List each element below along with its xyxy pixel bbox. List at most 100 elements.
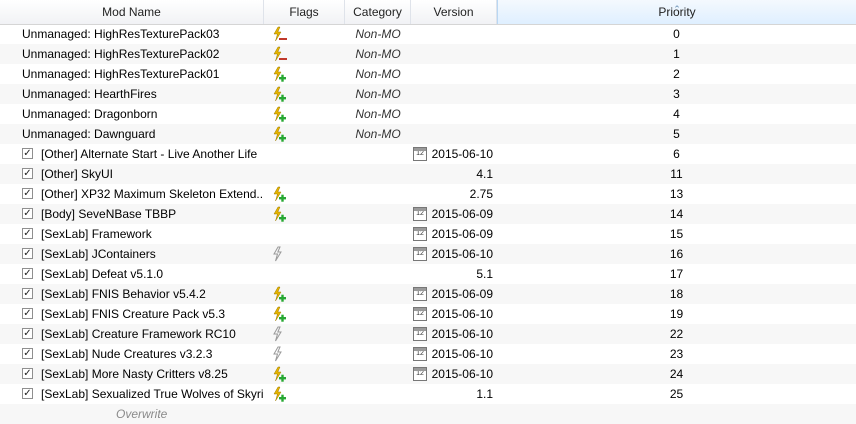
sort-ascending-icon: ⌃: [673, 4, 681, 14]
mod-name-cell: ✓ [SexLab] FNIS Behavior v5.4.2: [0, 284, 264, 304]
priority-cell: 14: [669, 207, 684, 221]
version-label: 2015-06-10: [431, 327, 493, 341]
table-row[interactable]: ✓ [Other] Alternate Start - Live Another …: [0, 144, 856, 164]
category-cell: [345, 384, 411, 404]
flags-cell: [264, 104, 345, 124]
overwrite-row[interactable]: Overwrite: [0, 404, 856, 424]
version-label: 2015-06-10: [431, 367, 493, 381]
category-cell: [345, 264, 411, 284]
mod-enabled-checkbox[interactable]: ✓: [22, 188, 33, 199]
table-row[interactable]: ✓ [SexLab] JContainers 12 2015-06-10 16: [0, 244, 856, 264]
mod-enabled-checkbox[interactable]: ✓: [22, 228, 33, 239]
priority-cell: 5: [673, 127, 680, 141]
table-row[interactable]: Unmanaged: Dawnguard Non-MO 5: [0, 124, 856, 144]
flags-cell: [264, 244, 345, 264]
version-label: 2015-06-10: [431, 347, 493, 361]
table-row[interactable]: Unmanaged: HighResTexturePack01 Non-MO 2: [0, 64, 856, 84]
table-row[interactable]: ✓ [Other] XP32 Maximum Skeleton Extend...…: [0, 184, 856, 204]
category-cell: [345, 204, 411, 224]
flags-cell: [264, 204, 345, 224]
lightning-minus-icon: [273, 26, 287, 42]
table-row[interactable]: ✓ [SexLab] Creature Framework RC10 12 2015-…: [0, 324, 856, 344]
mod-name-cell: ✓ [SexLab] Sexualized True Wolves of Skyr…: [0, 384, 264, 404]
table-row[interactable]: ✓ [SexLab] Sexualized True Wolves of Skyr…: [0, 384, 856, 404]
mod-name-cell: ✓ [Body] SeveNBase TBBP: [0, 204, 264, 224]
mod-enabled-checkbox[interactable]: ✓: [22, 148, 33, 159]
mod-name-cell: ✓ [SexLab] Framework: [0, 224, 264, 244]
lightning-plus-icon: [273, 106, 286, 122]
table-row[interactable]: ✓ [SexLab] Defeat v5.1.0 5.1 17: [0, 264, 856, 284]
table-row[interactable]: Unmanaged: HighResTexturePack02 Non-MO 1: [0, 44, 856, 64]
calendar-icon: 12: [413, 327, 427, 341]
calendar-icon: 12: [413, 207, 427, 221]
column-header-flags[interactable]: Flags: [264, 0, 345, 24]
version-label: 2015-06-10: [431, 307, 493, 321]
mod-enabled-checkbox[interactable]: ✓: [22, 348, 33, 359]
version-cell: 12 2015-06-09: [411, 204, 497, 224]
version-cell: 12 2015-06-10: [411, 364, 497, 384]
table-row[interactable]: Unmanaged: HighResTexturePack03 Non-MO 0: [0, 24, 856, 44]
column-header-mod-name[interactable]: Mod Name: [0, 0, 264, 24]
mod-enabled-checkbox[interactable]: ✓: [22, 288, 33, 299]
table-row[interactable]: Unmanaged: HearthFires Non-MO 3: [0, 84, 856, 104]
column-header-category[interactable]: Category: [345, 0, 411, 24]
flags-cell: [264, 184, 345, 204]
table-row[interactable]: ✓ [Body] SeveNBase TBBP 12 2015-06-09 14: [0, 204, 856, 224]
version-label: 2015-06-09: [431, 207, 493, 221]
version-cell: 2.75: [411, 184, 497, 204]
column-header-version[interactable]: Version: [411, 0, 497, 24]
mod-enabled-checkbox[interactable]: ✓: [22, 248, 33, 259]
priority-cell: 18: [669, 287, 684, 301]
version-cell: 5.1: [411, 264, 497, 284]
category-cell: Non-MO: [355, 107, 401, 121]
table-row[interactable]: ✓ [SexLab] FNIS Behavior v5.4.2 12 2015-06-…: [0, 284, 856, 304]
priority-cell: 24: [669, 367, 684, 381]
mod-enabled-checkbox[interactable]: ✓: [22, 388, 33, 399]
mod-list-table: Mod Name Flags Category Version ⌃ Priori…: [0, 0, 856, 424]
mod-name-label: [Other] Alternate Start - Live Another L…: [41, 147, 258, 161]
mod-name-label: [SexLab] Nude Creatures v3.2.3: [41, 347, 213, 361]
version-cell: [411, 104, 497, 124]
table-row[interactable]: ✓ [Other] SkyUI 4.1 11: [0, 164, 856, 184]
version-label: 2015-06-09: [431, 227, 493, 241]
priority-cell: 3: [673, 87, 680, 101]
priority-cell: 2: [673, 67, 680, 81]
calendar-icon: 12: [413, 227, 427, 241]
lightning-plus-icon: [273, 126, 286, 142]
mod-name-cell: ✓ [SexLab] Creature Framework RC10: [0, 324, 264, 344]
priority-cell: 6: [673, 147, 680, 161]
mod-name-label: [SexLab] JContainers: [41, 247, 156, 261]
table-row[interactable]: ✓ [SexLab] Nude Creatures v3.2.3 12 2015-06…: [0, 344, 856, 364]
table-row[interactable]: ✓ [SexLab] More Nasty Critters v8.25 12 201…: [0, 364, 856, 384]
table-row[interactable]: Unmanaged: Dragonborn Non-MO 4: [0, 104, 856, 124]
table-row[interactable]: ✓ [SexLab] FNIS Creature Pack v5.3 12 2015-…: [0, 304, 856, 324]
version-cell: 12 2015-06-10: [411, 144, 497, 164]
version-cell: 4.1: [411, 164, 497, 184]
mod-enabled-checkbox[interactable]: ✓: [22, 328, 33, 339]
mod-name-cell: ✓ [SexLab] Nude Creatures v3.2.3: [0, 344, 264, 364]
priority-cell: 25: [669, 387, 684, 401]
priority-cell: 0: [673, 27, 680, 41]
mod-enabled-checkbox[interactable]: ✓: [22, 168, 33, 179]
version-cell: 12 2015-06-10: [411, 244, 497, 264]
flags-cell: [264, 24, 345, 44]
flags-cell: [264, 384, 345, 404]
table-row[interactable]: ✓ [SexLab] Framework 12 2015-06-09 15: [0, 224, 856, 244]
mod-enabled-checkbox[interactable]: ✓: [22, 268, 33, 279]
category-cell: [345, 184, 411, 204]
calendar-icon: 12: [413, 307, 427, 321]
mod-name-cell: Unmanaged: HighResTexturePack03: [0, 24, 264, 44]
calendar-icon: 12: [413, 367, 427, 381]
mod-enabled-checkbox[interactable]: ✓: [22, 308, 33, 319]
mod-enabled-checkbox[interactable]: ✓: [22, 208, 33, 219]
category-cell: Non-MO: [355, 47, 401, 61]
mod-name-cell: Unmanaged: Dragonborn: [0, 104, 264, 124]
flags-cell: [264, 264, 345, 284]
column-header-priority[interactable]: ⌃ Priority: [497, 0, 856, 24]
calendar-icon: 12: [413, 347, 427, 361]
mod-enabled-checkbox[interactable]: ✓: [22, 368, 33, 379]
version-label: 2015-06-10: [431, 247, 493, 261]
lightning-plus-icon: [273, 66, 286, 82]
version-cell: 12 2015-06-09: [411, 224, 497, 244]
mod-name-label: [SexLab] Sexualized True Wolves of Skyri…: [41, 387, 264, 401]
